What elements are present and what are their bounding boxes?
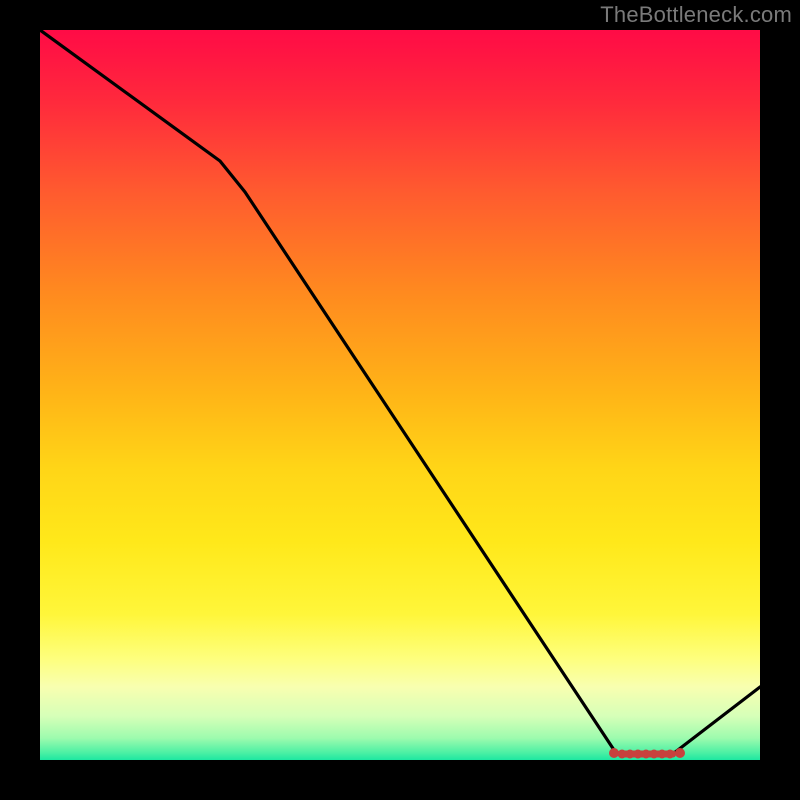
attribution-label: TheBottleneck.com xyxy=(600,2,792,28)
marker-band xyxy=(609,748,685,759)
line-chart xyxy=(40,30,760,760)
plot-area xyxy=(40,30,760,760)
chart-line xyxy=(40,30,760,753)
chart-container: TheBottleneck.com xyxy=(0,0,800,800)
chart-line-group xyxy=(40,30,760,753)
